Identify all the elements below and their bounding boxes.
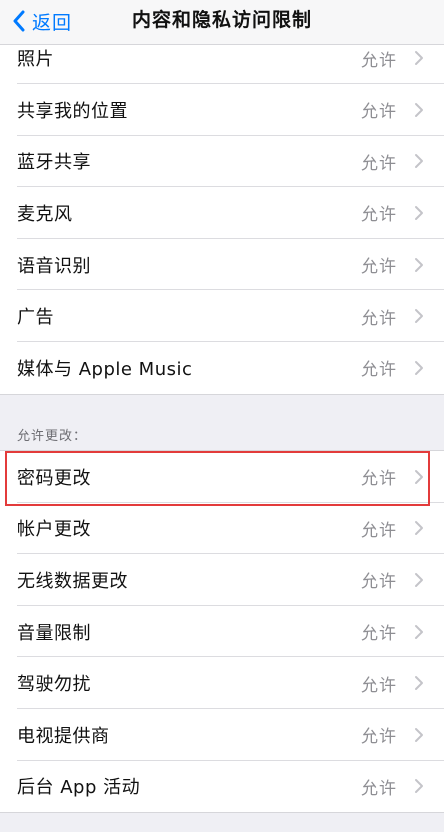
chevron-right-icon <box>412 503 426 555</box>
chevron-right-icon <box>412 709 426 761</box>
chevron-right-icon <box>412 239 426 291</box>
row-value: 允许 <box>361 257 397 278</box>
row-label: 驾驶勿扰 <box>17 674 91 696</box>
row-value: 允许 <box>361 205 397 226</box>
row-do-not-disturb-driving[interactable]: 驾驶勿扰 允许 <box>0 657 444 709</box>
section-header-allow-changes: 允许更改： <box>17 429 88 444</box>
row-value: 允许 <box>361 153 397 174</box>
row-label: 广告 <box>17 307 54 329</box>
row-label: 共享我的位置 <box>17 100 128 122</box>
row-microphone[interactable]: 麦克风 允许 <box>0 187 444 239</box>
allow-changes-group: 密码更改 允许 帐户更改 允许 无线数据更改 允许 音量限制 允许 驾驶勿扰 允… <box>0 450 444 814</box>
chevron-right-icon <box>412 606 426 658</box>
chevron-right-icon <box>412 657 426 709</box>
chevron-right-icon <box>412 451 426 503</box>
chevron-right-icon <box>412 554 426 606</box>
row-volume-limit[interactable]: 音量限制 允许 <box>0 606 444 658</box>
row-label: 帐户更改 <box>17 519 91 541</box>
row-share-my-location[interactable]: 共享我的位置 允许 <box>0 84 444 136</box>
row-value: 允许 <box>361 360 397 381</box>
row-bluetooth-sharing[interactable]: 蓝牙共享 允许 <box>0 136 444 188</box>
chevron-right-icon <box>412 342 426 394</box>
chevron-right-icon <box>412 136 426 188</box>
row-label: 媒体与 Apple Music <box>17 358 193 380</box>
privacy-settings-group: 照片 允许 共享我的位置 允许 蓝牙共享 允许 麦克风 允许 语音识别 允许 广… <box>0 32 444 395</box>
row-account-changes[interactable]: 帐户更改 允许 <box>0 503 444 555</box>
chevron-right-icon <box>412 84 426 136</box>
row-media-apple-music[interactable]: 媒体与 Apple Music 允许 <box>0 342 444 394</box>
row-label: 音量限制 <box>17 622 91 644</box>
back-button[interactable]: 返回 <box>8 0 72 42</box>
row-label: 语音识别 <box>17 255 91 277</box>
row-value: 允许 <box>361 778 397 799</box>
back-label: 返回 <box>32 11 73 34</box>
chevron-right-icon <box>412 761 426 813</box>
row-cellular-data-changes[interactable]: 无线数据更改 允许 <box>0 554 444 606</box>
row-value: 允许 <box>361 727 397 748</box>
row-value: 允许 <box>361 469 397 490</box>
chevron-right-icon <box>412 290 426 342</box>
row-label: 密码更改 <box>17 467 91 489</box>
chevron-right-icon <box>412 187 426 239</box>
row-value: 允许 <box>361 572 397 593</box>
row-label: 蓝牙共享 <box>17 152 91 174</box>
row-label: 无线数据更改 <box>17 570 128 592</box>
row-advertising[interactable]: 广告 允许 <box>0 290 444 342</box>
row-label: 后台 App 活动 <box>17 777 141 799</box>
row-value: 允许 <box>361 308 397 329</box>
row-value: 允许 <box>361 675 397 696</box>
row-label: 电视提供商 <box>17 725 110 747</box>
row-speech-recognition[interactable]: 语音识别 允许 <box>0 239 444 291</box>
screen: 照片 允许 共享我的位置 允许 蓝牙共享 允许 麦克风 允许 语音识别 允许 广… <box>0 0 444 832</box>
row-value: 允许 <box>361 624 397 645</box>
chevron-left-icon <box>8 10 30 32</box>
row-label: 麦克风 <box>17 203 73 225</box>
row-value: 允许 <box>361 520 397 541</box>
navigation-bar: 返回 内容和隐私访问限制 <box>0 0 444 45</box>
row-passcode-changes[interactable]: 密码更改 允许 <box>0 451 444 503</box>
row-tv-provider[interactable]: 电视提供商 允许 <box>0 709 444 761</box>
row-background-app-activities[interactable]: 后台 App 活动 允许 <box>0 761 444 813</box>
row-value: 允许 <box>361 102 397 123</box>
